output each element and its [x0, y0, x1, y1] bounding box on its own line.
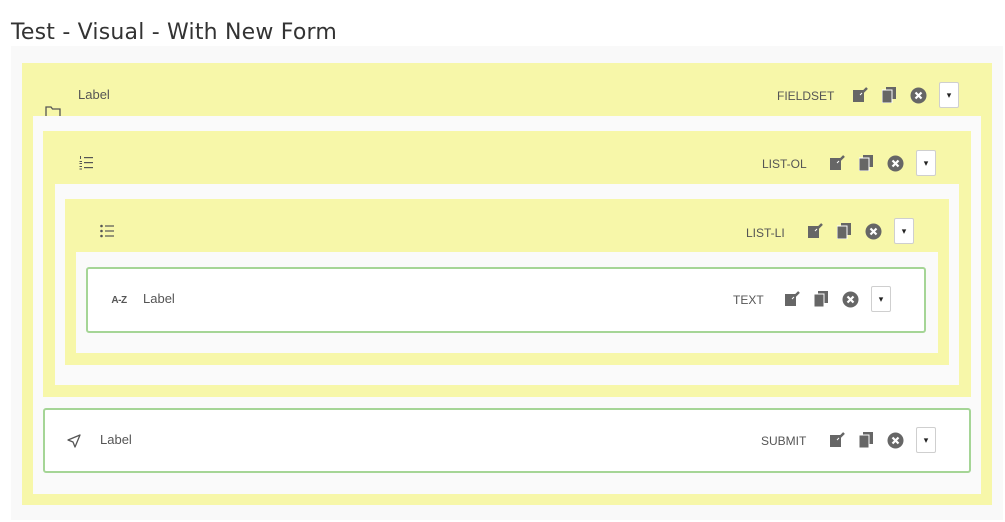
submit-field[interactable]: Label SUBMIT ▾ — [43, 408, 971, 473]
submit-field-toolbar: ▾ — [828, 427, 936, 453]
fieldset-toolbar: ▾ — [851, 82, 959, 108]
copy-icon[interactable] — [835, 222, 853, 240]
fieldset-body: LIST-OL ▾ LIST-LI ▾ A-Z Label TEXT ▾ Lab… — [33, 116, 981, 494]
fieldset-type: FIELDSET — [777, 89, 835, 103]
copy-icon[interactable] — [857, 154, 875, 172]
page-title: Test - Visual - With New Form — [11, 20, 337, 45]
text-field-dropdown[interactable]: ▾ — [871, 286, 891, 312]
copy-icon[interactable] — [880, 86, 898, 104]
ordered-list-icon — [77, 154, 95, 172]
list-li-dropdown[interactable]: ▾ — [894, 218, 914, 244]
copy-icon[interactable] — [812, 290, 830, 308]
submit-field-dropdown[interactable]: ▾ — [916, 427, 936, 453]
list-li-type: LIST-LI — [746, 226, 785, 240]
delete-icon[interactable] — [841, 290, 859, 308]
send-icon — [65, 432, 83, 450]
edit-icon[interactable] — [828, 431, 846, 449]
list-ol-dropdown[interactable]: ▾ — [916, 150, 936, 176]
delete-icon[interactable] — [886, 154, 904, 172]
fieldset-container[interactable]: Label FIELDSET ▾ LIST-OL ▾ LIST-LI ▾ A-Z… — [22, 63, 992, 505]
az-icon: A-Z — [111, 294, 127, 306]
delete-icon[interactable] — [886, 431, 904, 449]
list-li-body: A-Z Label TEXT ▾ — [76, 252, 938, 353]
list-ol-container[interactable]: LIST-OL ▾ LIST-LI ▾ A-Z Label TEXT ▾ — [43, 131, 971, 397]
text-field[interactable]: A-Z Label TEXT ▾ — [86, 267, 926, 333]
edit-icon[interactable] — [783, 290, 801, 308]
fieldset-dropdown[interactable]: ▾ — [939, 82, 959, 108]
text-field-toolbar: ▾ — [783, 286, 891, 312]
text-field-type: TEXT — [733, 293, 764, 307]
list-li-container[interactable]: LIST-LI ▾ A-Z Label TEXT ▾ — [65, 199, 949, 365]
submit-field-type: SUBMIT — [761, 434, 807, 448]
edit-icon[interactable] — [806, 222, 824, 240]
list-ol-body: LIST-LI ▾ A-Z Label TEXT ▾ — [55, 184, 959, 385]
delete-icon[interactable] — [909, 86, 927, 104]
unordered-list-icon — [98, 222, 116, 240]
fieldset-label: Label — [78, 87, 110, 102]
form-canvas: Label FIELDSET ▾ LIST-OL ▾ LIST-LI ▾ A-Z… — [11, 46, 1003, 520]
copy-icon[interactable] — [857, 431, 875, 449]
text-field-label: Label — [143, 291, 175, 306]
edit-icon[interactable] — [828, 154, 846, 172]
list-ol-type: LIST-OL — [762, 157, 807, 171]
edit-icon[interactable] — [851, 86, 869, 104]
list-ol-toolbar: ▾ — [828, 150, 936, 176]
submit-field-label: Label — [100, 432, 132, 447]
delete-icon[interactable] — [864, 222, 882, 240]
list-li-toolbar: ▾ — [806, 218, 914, 244]
